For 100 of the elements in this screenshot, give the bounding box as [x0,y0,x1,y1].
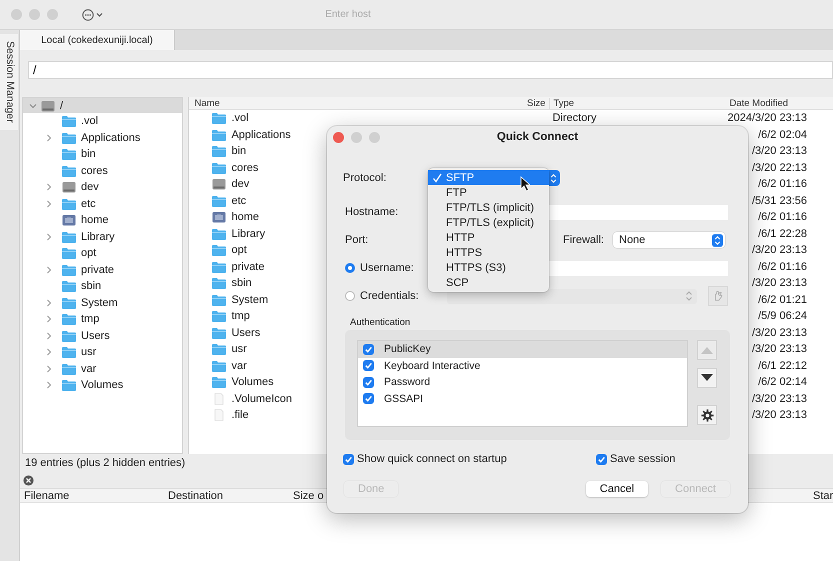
menu-item[interactable]: SCP [428,275,549,290]
checkbox[interactable] [363,360,374,372]
tree-item[interactable]: private [81,264,114,276]
file-name[interactable]: .VolumeIcon [231,392,292,405]
settings-button[interactable] [697,405,717,425]
tree-item[interactable]: Library [81,230,115,243]
tree-item[interactable]: usr [81,346,96,358]
file-name[interactable]: System [231,294,268,306]
move-down-button[interactable] [697,368,717,388]
menu-item[interactable]: HTTPS (S3) [428,260,549,275]
checkbox[interactable] [363,393,374,404]
file-name[interactable]: home [231,211,259,224]
file-name[interactable]: Users [231,326,260,339]
path-field[interactable]: / [28,61,833,79]
checkbox-label[interactable]: Show quick connect on startup [357,453,507,465]
menu-item[interactable]: HTTPS [428,245,549,260]
file-name[interactable]: cores [231,162,258,174]
tree-item[interactable]: sbin [81,280,102,292]
checkbox-label[interactable]: Save session [610,453,676,465]
tab[interactable]: Local (cokedexuniji.local) [20,30,175,50]
file-name[interactable]: Applications [231,128,291,141]
radio-label[interactable]: Credentials: [360,290,440,302]
tree-item[interactable]: / [23,98,182,113]
chevron-right-icon[interactable] [45,266,53,274]
list-item[interactable]: Keyboard Interactive [358,358,687,374]
file-name[interactable]: Volumes [231,376,274,388]
tree-item[interactable]: opt [81,247,96,260]
file-name[interactable]: opt [231,244,247,256]
chevron-right-icon[interactable] [45,298,53,307]
column-header[interactable]: Name [189,98,370,108]
file-name[interactable]: private [231,260,264,273]
menu-item[interactable]: FTP [428,185,549,200]
list-item[interactable]: Password [358,374,687,390]
keychain-button[interactable] [708,286,728,306]
checkbox[interactable] [363,344,374,355]
file-name[interactable]: bin [231,145,246,158]
tree-item[interactable]: System [81,296,118,309]
firewall-dropdown[interactable]: None [613,232,725,248]
column-header[interactable]: Destination [164,490,289,502]
chevron-right-icon[interactable] [45,381,53,390]
list-item[interactable]: PublicKey [358,341,687,358]
column-header[interactable]: Filename [20,490,164,502]
menu-item[interactable]: SFTP [428,170,549,185]
file-name[interactable]: sbin [231,277,252,290]
file-name[interactable]: Library [231,228,266,240]
folder-icon [212,277,226,290]
file-name[interactable]: usr [231,343,247,356]
radio-button[interactable] [345,263,355,273]
checkbox[interactable] [363,376,374,388]
column-header[interactable]: Date Modified [728,98,833,108]
column-header[interactable]: Type [550,98,728,108]
menu-item[interactable]: FTP/TLS (implicit) [428,200,549,215]
folder-icon [62,330,76,342]
tree-item[interactable]: dev [81,181,99,194]
tree-item[interactable]: Users [81,330,110,342]
chevron-right-icon[interactable] [45,332,53,340]
tree-item[interactable]: tmp [81,313,100,326]
chevron-right-icon[interactable] [45,364,53,373]
tree-item[interactable]: home [81,214,109,226]
chevron-right-icon[interactable] [45,315,53,324]
dialog-button[interactable]: Cancel [586,481,648,497]
chevron-right-icon[interactable] [45,134,53,142]
close-icon[interactable] [23,474,34,486]
file-name[interactable]: .vol [231,112,249,124]
modified-date: /3/20 23:13 [752,244,807,256]
chevron-right-icon[interactable] [45,348,53,356]
chevron-right-icon[interactable] [45,200,53,208]
close-window-button[interactable] [333,132,344,142]
file-name[interactable]: tmp [231,310,250,322]
file-name[interactable]: var [231,360,247,372]
radio-button[interactable] [345,291,355,301]
column-header[interactable]: Size [369,98,550,108]
menu-item[interactable]: HTTP [428,230,549,245]
tree-item[interactable]: cores [81,164,108,177]
tree-item[interactable]: var [81,362,96,375]
menu-item[interactable]: FTP/TLS (explicit) [428,215,549,230]
tree-item[interactable]: bin [81,148,96,160]
mouse-pointer-icon [520,176,530,192]
tree-item[interactable]: Volumes [81,379,124,392]
tree-item[interactable]: .vol [81,115,98,128]
file-name[interactable]: dev [231,178,250,190]
column-header[interactable]: Star [813,490,833,502]
tree-item[interactable]: Applications [81,132,140,144]
chevron-right-icon[interactable] [45,183,53,192]
chevron-right-icon[interactable] [45,232,53,241]
list-item[interactable]: GSSAPI [358,390,687,407]
host-field[interactable]: Enter host [226,8,470,21]
folder-icon [212,376,226,388]
folder-icon [212,145,226,158]
chevron-down-icon[interactable] [29,102,37,110]
gear-icon [700,408,714,422]
session-manager-tab[interactable]: Session Manager [0,34,18,130]
file-name[interactable]: .file [231,409,249,422]
modified-date: /3/20 23:13 [752,145,807,158]
folder-icon [62,264,76,276]
tree-item[interactable]: etc [81,198,96,210]
file-name[interactable]: etc [231,194,246,207]
checkbox[interactable] [596,454,607,464]
checkbox[interactable] [343,454,354,464]
folder-icon [212,244,226,256]
